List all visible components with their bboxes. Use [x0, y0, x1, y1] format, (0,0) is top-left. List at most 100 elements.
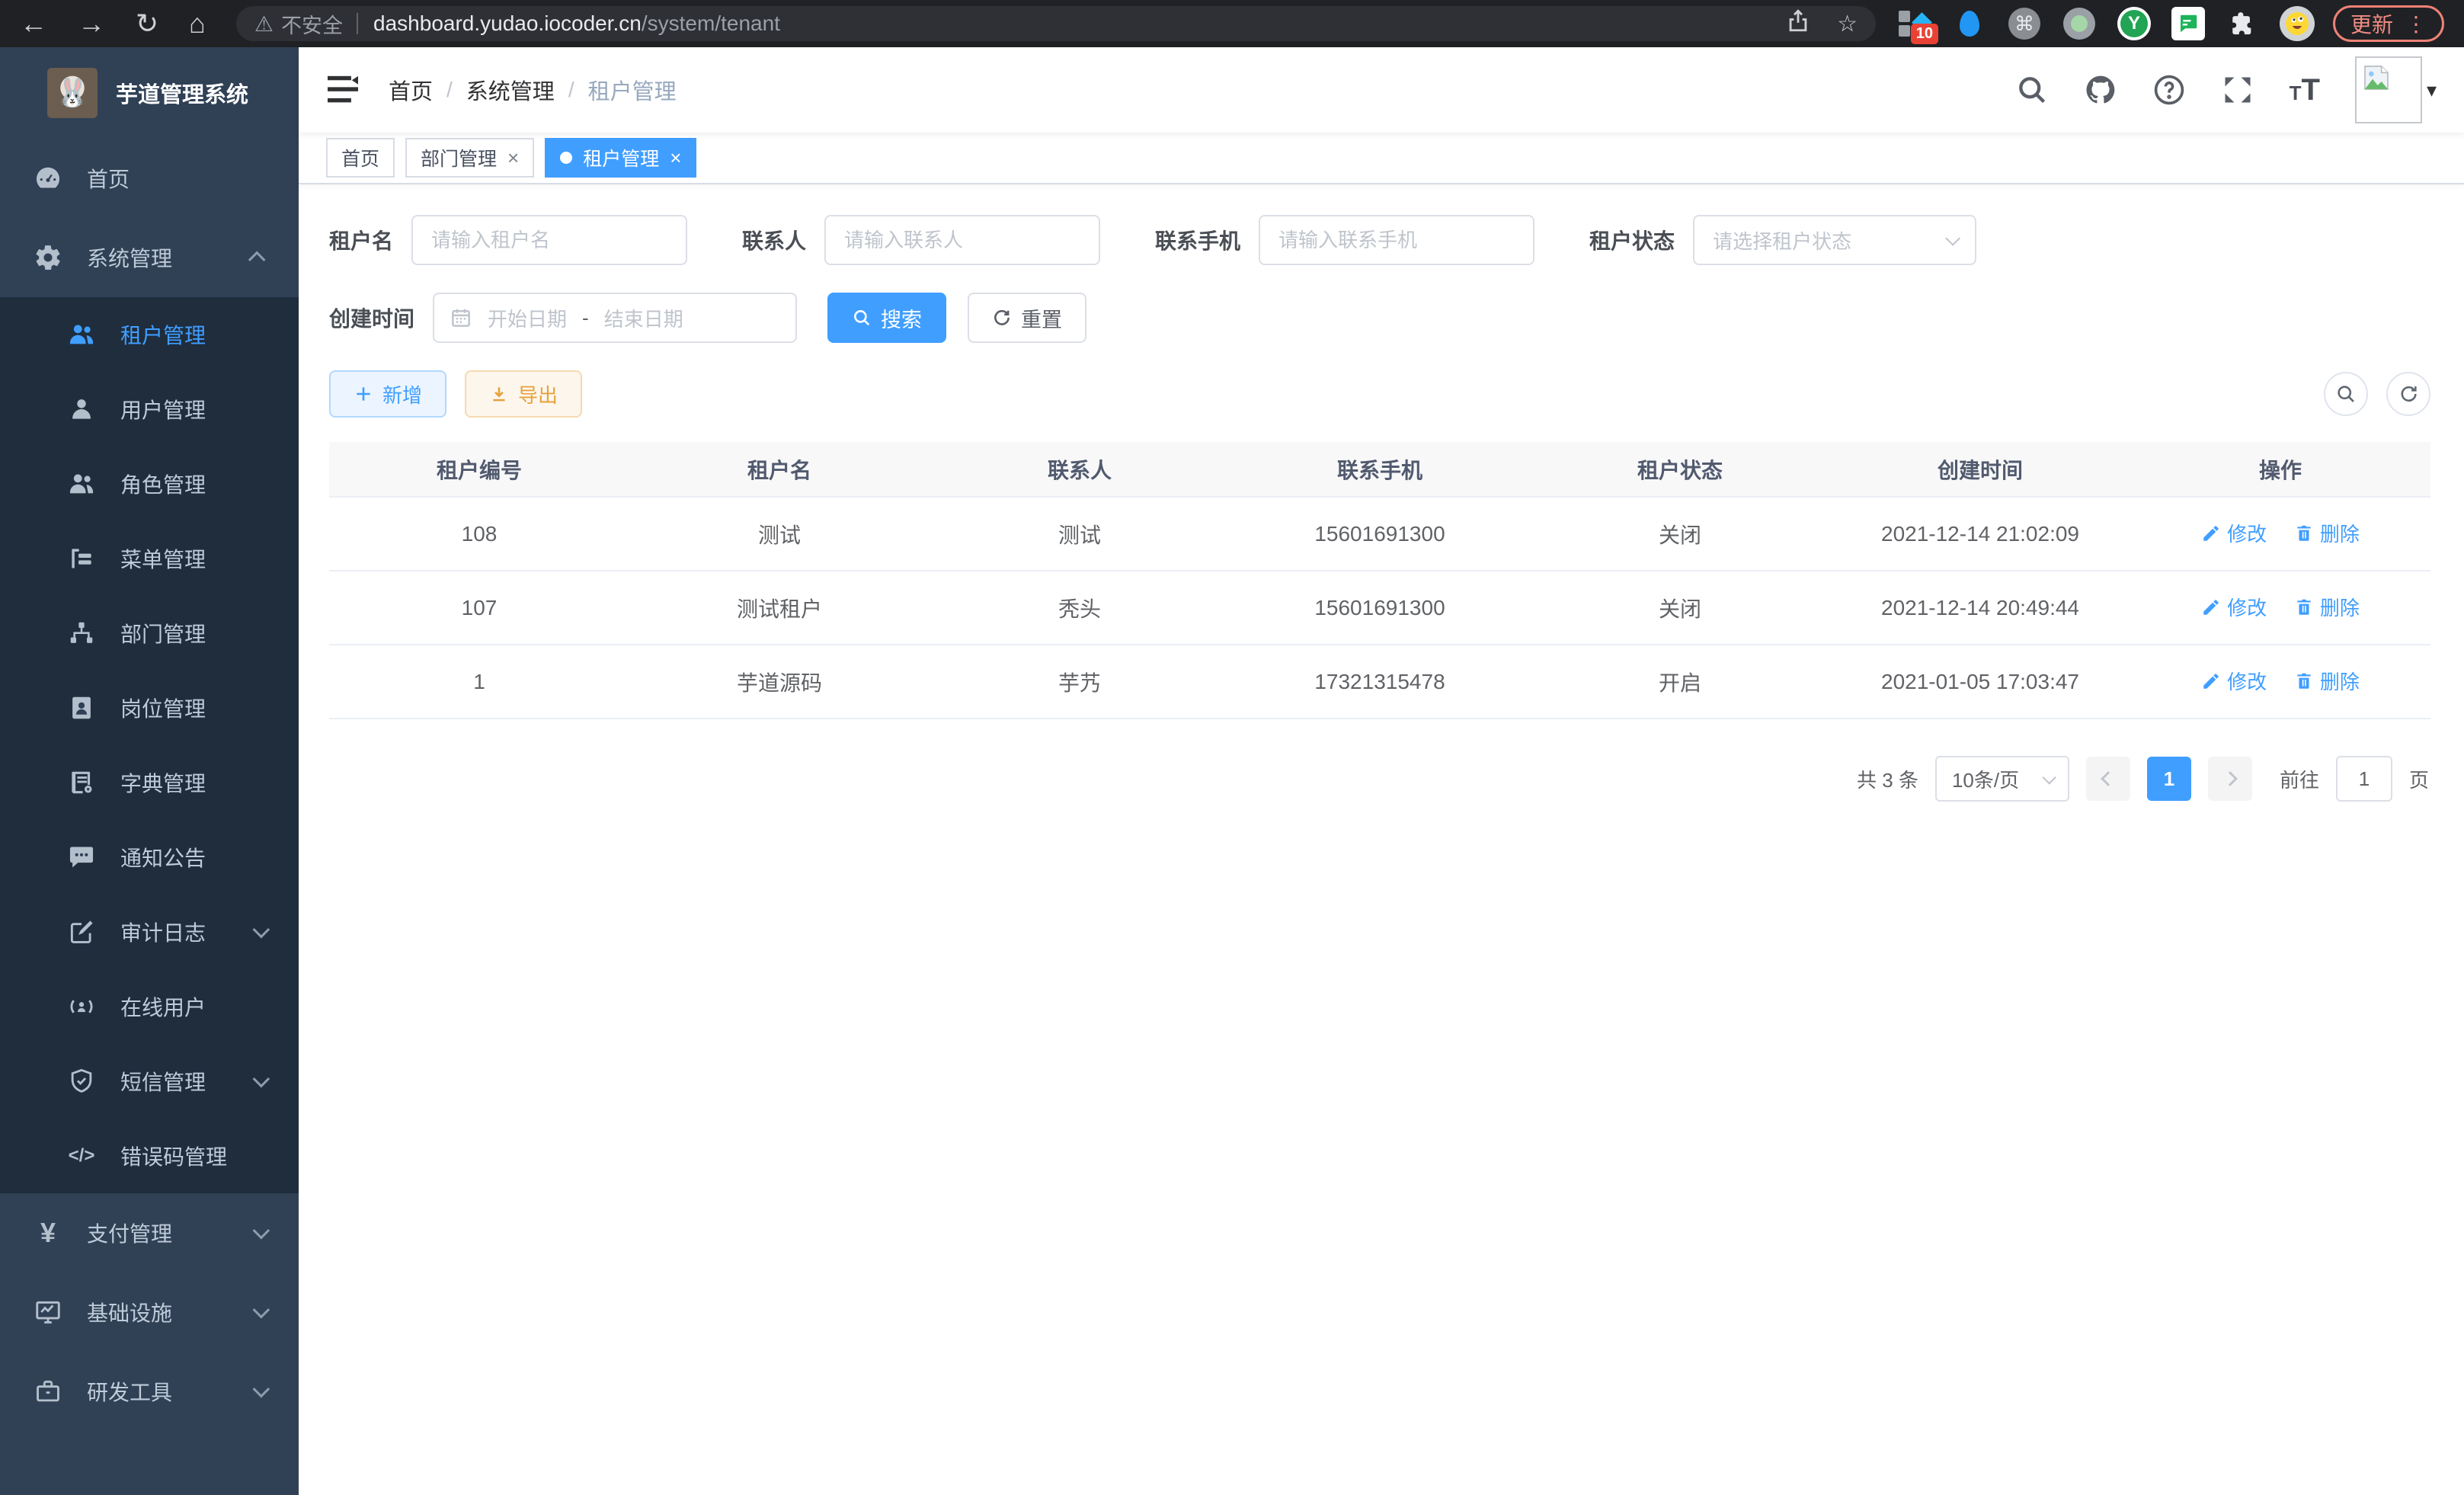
delete-link[interactable]: 删除: [2294, 519, 2360, 547]
cell-status: 关闭: [1530, 571, 1830, 645]
y-extension-icon[interactable]: Y: [2117, 6, 2152, 41]
fullscreen-icon[interactable]: [2221, 73, 2254, 107]
edit-link[interactable]: 修改: [2201, 519, 2267, 547]
cell-tenant-name: 芋道源码: [629, 645, 930, 719]
bookmark-star-icon[interactable]: ☆: [1837, 11, 1858, 37]
sidebar-item-system[interactable]: 系统管理: [0, 218, 299, 297]
export-button[interactable]: 导出: [465, 370, 582, 418]
sidebar-item-audit-log[interactable]: 审计日志: [0, 895, 299, 969]
total-count: 共 3 条: [1857, 765, 1918, 793]
sidebar-item-role[interactable]: 角色管理: [0, 447, 299, 521]
chevron-down-icon: [253, 1071, 270, 1088]
reload-icon[interactable]: ↻: [136, 10, 158, 37]
browser-menu-icon[interactable]: ⋮: [2405, 11, 2427, 37]
sidebar-item-dict[interactable]: 字典管理: [0, 745, 299, 820]
edit-icon: [2201, 523, 2221, 543]
sidebar-item-post[interactable]: 岗位管理: [0, 671, 299, 745]
font-size-icon[interactable]: TT: [2290, 73, 2320, 107]
sidebar-collapse-icon[interactable]: [326, 75, 360, 105]
page-size-select[interactable]: 10条/页: [1935, 756, 2069, 802]
sidebar-item-user[interactable]: 用户管理: [0, 372, 299, 447]
col-created: 创建时间: [1830, 442, 2130, 497]
next-page-button[interactable]: [2208, 757, 2252, 801]
search-button-label: 搜索: [881, 303, 922, 333]
sidebar-item-label: 菜单管理: [120, 543, 206, 574]
delete-link[interactable]: 删除: [2294, 667, 2360, 695]
cell-tenant-name: 测试: [629, 497, 930, 571]
chevron-down-icon: [253, 1301, 270, 1319]
close-icon[interactable]: ×: [670, 146, 681, 170]
chevron-up-icon: [248, 251, 266, 269]
back-icon[interactable]: ←: [20, 10, 47, 37]
cell-tenant-id: 107: [329, 571, 629, 645]
prev-page-button[interactable]: [2086, 757, 2130, 801]
col-status: 租户状态: [1530, 442, 1830, 497]
cell-tenant-id: 1: [329, 645, 629, 719]
chevron-right-icon: [2222, 771, 2238, 786]
sidebar-item-infra[interactable]: 基础设施: [0, 1273, 299, 1352]
pin-extension-icon[interactable]: [1952, 6, 1987, 41]
caret-down-icon: ▾: [2427, 78, 2437, 102]
add-button[interactable]: 新增: [329, 370, 446, 418]
sidebar-item-tenant[interactable]: 租户管理: [0, 297, 299, 372]
sidebar-item-label: 短信管理: [120, 1066, 206, 1096]
sidebar-item-error-code[interactable]: </> 错误码管理: [0, 1119, 299, 1193]
table-row: 1 芋道源码 芋艿 17321315478 开启 2021-01-05 17:0…: [329, 645, 2430, 719]
tab-home[interactable]: 首页: [326, 138, 395, 178]
security-label[interactable]: 不安全: [281, 9, 343, 39]
user-menu[interactable]: ▾: [2355, 56, 2437, 123]
tabs-extension-icon[interactable]: 10: [1897, 6, 1932, 41]
sidebar-item-pay[interactable]: ¥ 支付管理: [0, 1193, 299, 1273]
github-icon[interactable]: [2084, 73, 2117, 107]
mobile-input[interactable]: [1259, 215, 1534, 265]
edit-link[interactable]: 修改: [2201, 593, 2267, 621]
browser-update-button[interactable]: 更新 ⋮: [2333, 5, 2444, 42]
url-host[interactable]: dashboard.yudao.iocoder.cn: [373, 11, 642, 36]
sidebar-item-notice[interactable]: 通知公告: [0, 820, 299, 895]
breadcrumb-system[interactable]: 系统管理: [466, 74, 555, 106]
breadcrumb-home[interactable]: 首页: [389, 74, 433, 106]
sidebar-item-dept[interactable]: 部门管理: [0, 596, 299, 671]
sidebar-logo[interactable]: 🐰 芋道管理系统: [0, 47, 299, 139]
share-icon[interactable]: [1785, 8, 1811, 40]
contact-input[interactable]: [824, 215, 1100, 265]
edit-link[interactable]: 修改: [2201, 667, 2267, 695]
sidebar-item-devtools[interactable]: 研发工具: [0, 1352, 299, 1431]
emoji-extension-icon[interactable]: [2280, 6, 2315, 41]
goto-page-input[interactable]: [2336, 756, 2392, 802]
chat-extension-icon[interactable]: [2171, 7, 2205, 40]
search-button[interactable]: 搜索: [827, 293, 946, 343]
address-bar[interactable]: ⚠ 不安全 dashboard.yudao.iocoder.cn /system…: [236, 6, 1876, 41]
org-tree-icon: [67, 619, 96, 648]
tab-dept[interactable]: 部门管理 ×: [405, 138, 534, 178]
sidebar-item-home[interactable]: 首页: [0, 139, 299, 218]
toggle-search-button[interactable]: [2324, 372, 2368, 416]
sidebar-item-label: 审计日志: [120, 917, 206, 947]
delete-link[interactable]: 删除: [2294, 593, 2360, 621]
sidebar-item-online-users[interactable]: 在线用户: [0, 969, 299, 1044]
url-path[interactable]: /system/tenant: [642, 11, 780, 36]
search-icon[interactable]: [2015, 73, 2049, 107]
sidebar-item-label: 租户管理: [120, 319, 206, 350]
dot-extension-icon[interactable]: [2062, 6, 2097, 41]
sidebar-item-sms[interactable]: 短信管理: [0, 1044, 299, 1119]
tab-tenant[interactable]: 租户管理 ×: [545, 138, 696, 178]
reset-button[interactable]: 重置: [968, 293, 1086, 343]
page-1-button[interactable]: 1: [2147, 757, 2191, 801]
help-icon[interactable]: [2152, 73, 2186, 107]
avatar[interactable]: [2355, 56, 2422, 123]
page-content: 租户名 联系人 联系手机 租户状态 请选择租户状态 创建时间: [299, 184, 2464, 1495]
refresh-table-button[interactable]: [2386, 372, 2430, 416]
command-extension-icon[interactable]: ⌘: [2007, 6, 2042, 41]
date-range-picker[interactable]: 开始日期 - 结束日期: [433, 293, 797, 343]
sidebar-item-label: 基础设施: [87, 1297, 172, 1327]
sidebar-item-menu[interactable]: 菜单管理: [0, 521, 299, 596]
puzzle-extensions-icon[interactable]: [2225, 6, 2260, 41]
status-select[interactable]: 请选择租户状态: [1693, 215, 1976, 265]
not-secure-icon: ⚠: [254, 11, 274, 37]
close-icon[interactable]: ×: [507, 146, 519, 170]
trash-icon: [2294, 597, 2314, 617]
tenant-name-input[interactable]: [411, 215, 687, 265]
forward-icon[interactable]: →: [78, 10, 105, 37]
home-icon[interactable]: ⌂: [189, 10, 206, 37]
